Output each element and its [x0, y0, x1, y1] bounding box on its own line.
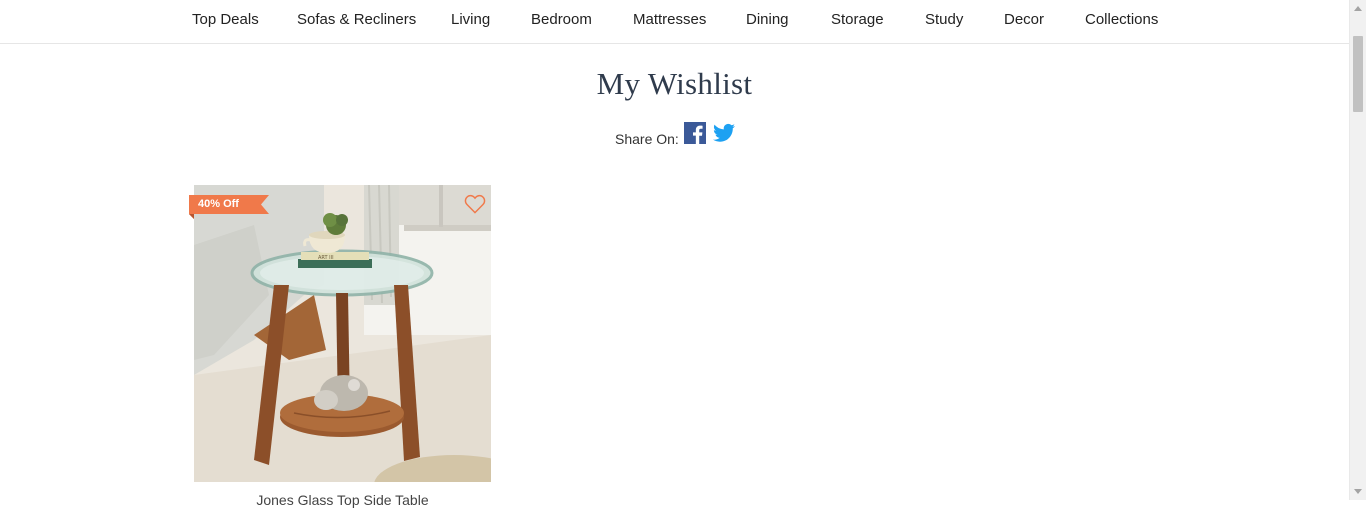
discount-badge: 40% Off — [189, 195, 269, 219]
scrollbar-thumb[interactable] — [1353, 36, 1363, 112]
top-navigation-bar: Top Deals Sofas & Recliners Living Bedro… — [0, 0, 1349, 44]
book-label-text: ART III — [318, 255, 334, 261]
nav-item-mattresses[interactable]: Mattresses — [633, 11, 706, 28]
share-label: Share On: — [615, 131, 679, 147]
heart-icon[interactable] — [464, 194, 486, 214]
product-image[interactable]: ART III — [194, 185, 491, 482]
nav-item-living[interactable]: Living — [451, 11, 490, 28]
nav-item-decor[interactable]: Decor — [1004, 11, 1044, 28]
nav-item-study[interactable]: Study — [925, 11, 963, 28]
nav-item-bedroom[interactable]: Bedroom — [531, 11, 592, 28]
wishlist-product-card[interactable]: ART III 40% Off Jones Glass Top Side Tab… — [189, 185, 491, 508]
nav-item-storage[interactable]: Storage — [831, 11, 884, 28]
facebook-icon[interactable] — [683, 122, 706, 144]
share-row: Share On: — [615, 122, 735, 148]
discount-badge-text: 40% Off — [198, 198, 239, 210]
nav-item-dining[interactable]: Dining — [746, 11, 789, 28]
product-name[interactable]: Jones Glass Top Side Table — [194, 492, 491, 508]
nav-item-collections[interactable]: Collections — [1085, 11, 1158, 28]
side-table-photo: ART III — [194, 185, 491, 482]
nav-item-sofas-recliners[interactable]: Sofas & Recliners — [297, 11, 416, 28]
scroll-down-icon[interactable] — [1354, 489, 1362, 494]
nav-item-top-deals[interactable]: Top Deals — [192, 11, 259, 28]
twitter-icon[interactable] — [712, 123, 735, 143]
page-title: My Wishlist — [596, 66, 753, 101]
scroll-up-icon[interactable] — [1354, 6, 1362, 11]
page-scrollbar[interactable] — [1349, 0, 1366, 500]
